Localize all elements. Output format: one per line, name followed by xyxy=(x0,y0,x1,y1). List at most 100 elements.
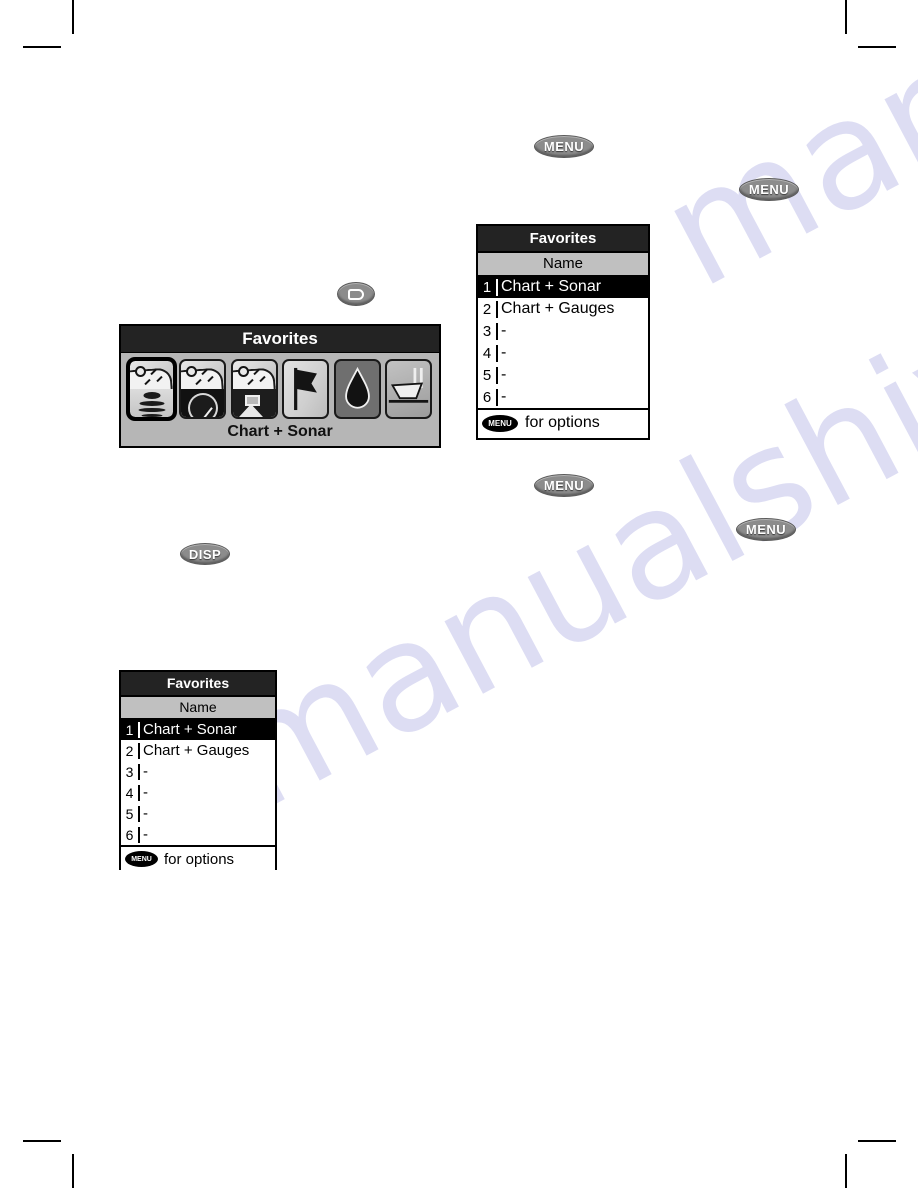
chart-gauges-icon[interactable] xyxy=(179,359,227,419)
favorites-icon-bar: Favorites Chart + Sonar xyxy=(119,324,441,448)
sonar-arc xyxy=(143,392,160,399)
row-name: Chart + Sonar xyxy=(143,721,237,738)
favorites-list-title: Favorites xyxy=(478,226,648,253)
sonar-arc xyxy=(138,408,165,412)
disp-key-label: DISP xyxy=(188,546,222,562)
row-number: 4 xyxy=(478,344,498,362)
footer-hint-text: for options xyxy=(525,414,600,431)
row-number: 1 xyxy=(478,278,498,296)
video-box-icon xyxy=(244,395,260,406)
row-name: Chart + Gauges xyxy=(143,742,250,759)
row-name: Chart + Sonar xyxy=(501,278,602,295)
chart-tick xyxy=(201,368,209,376)
row-number: 5 xyxy=(478,366,498,384)
chart-pane xyxy=(130,361,173,389)
list-item[interactable]: 1 Chart + Sonar xyxy=(478,276,648,298)
chart-tick xyxy=(150,368,157,376)
menu-key[interactable]: MENU xyxy=(534,135,594,158)
water-drop-icon[interactable] xyxy=(333,359,381,419)
crop-mark-top-right-horizontal xyxy=(858,46,896,48)
crop-mark-top-right-vertical xyxy=(845,0,847,34)
row-name: - xyxy=(143,784,148,801)
chart-marker-icon xyxy=(237,366,249,377)
row-name: - xyxy=(501,388,507,405)
favorites-rows: 1 Chart + Sonar 2 Chart + Gauges 3 - 4 -… xyxy=(478,276,648,408)
row-number: 1 xyxy=(121,721,140,738)
icon-bar-title: Favorites xyxy=(121,326,439,353)
row-name: - xyxy=(501,344,507,361)
favorites-list-footer: MENU for options xyxy=(478,408,648,436)
chart-sonar-icon[interactable] xyxy=(128,359,175,419)
icon-row xyxy=(121,353,439,421)
row-number: 4 xyxy=(121,784,140,801)
crop-mark-top-left-vertical xyxy=(72,0,74,34)
favorites-list-panel: Favorites Name 1 Chart + Sonar 2 Chart +… xyxy=(476,224,650,440)
chart-marker-icon xyxy=(135,366,146,377)
row-number: 3 xyxy=(478,322,498,340)
drop-glyph xyxy=(344,366,370,409)
flag-glyph xyxy=(294,367,318,411)
chart-tick xyxy=(207,375,215,383)
list-item[interactable]: 4 - xyxy=(121,782,275,803)
list-item[interactable]: 6 - xyxy=(478,386,648,408)
boat-glyph xyxy=(388,367,429,403)
row-number: 6 xyxy=(478,388,498,406)
row-number: 3 xyxy=(121,763,140,780)
chart-video-icon[interactable] xyxy=(230,359,278,419)
row-name: - xyxy=(143,805,148,822)
chart-tick xyxy=(247,378,254,386)
menu-key[interactable]: MENU xyxy=(534,474,594,497)
chart-pane xyxy=(232,361,276,389)
crop-mark-top-left-horizontal xyxy=(23,46,61,48)
list-item[interactable]: 3 - xyxy=(478,320,648,342)
watermark: manualshive.com xyxy=(636,0,918,322)
menu-key-label: MENU xyxy=(543,139,585,154)
row-name: - xyxy=(143,763,148,780)
row-number: 2 xyxy=(478,300,498,318)
favorites-rows: 1 Chart + Sonar 2 Chart + Gauges 3 - 4 -… xyxy=(121,719,275,845)
list-item[interactable]: 2 Chart + Gauges xyxy=(121,740,275,761)
pages-icon xyxy=(348,288,364,300)
row-number: 6 xyxy=(121,826,140,843)
crop-mark-bottom-left-vertical xyxy=(72,1154,74,1188)
menu-badge-icon[interactable]: MENU xyxy=(125,851,158,867)
pages-key[interactable] xyxy=(337,282,375,306)
chart-tick xyxy=(195,378,203,386)
row-number: 2 xyxy=(121,742,140,759)
chart-tick xyxy=(259,375,266,383)
list-item[interactable]: 1 Chart + Sonar xyxy=(121,719,275,740)
list-item[interactable]: 6 - xyxy=(121,824,275,845)
icon-bar-caption: Chart + Sonar xyxy=(227,423,333,440)
flag-icon[interactable] xyxy=(282,359,330,419)
row-name: Chart + Gauges xyxy=(501,300,615,317)
list-item[interactable]: 4 - xyxy=(478,342,648,364)
boat-icon[interactable] xyxy=(384,359,432,419)
list-item[interactable]: 3 - xyxy=(121,761,275,782)
sonar-pane xyxy=(130,389,173,417)
menu-key[interactable]: MENU xyxy=(736,518,796,541)
chart-tick xyxy=(253,368,260,376)
crop-mark-bottom-right-horizontal xyxy=(858,1140,896,1142)
favorites-column-header: Name xyxy=(478,253,648,276)
row-number: 5 xyxy=(121,805,140,822)
list-item[interactable]: 5 - xyxy=(121,803,275,824)
disp-key[interactable]: DISP xyxy=(180,543,230,565)
menu-key-label: MENU xyxy=(745,522,787,537)
list-item[interactable]: 5 - xyxy=(478,364,648,386)
chart-marker-icon xyxy=(186,366,198,377)
sonar-arc xyxy=(141,414,162,417)
crop-mark-bottom-left-horizontal xyxy=(23,1140,61,1142)
gauge-dial-icon xyxy=(187,393,218,417)
favorites-list-footer: MENU for options xyxy=(121,845,275,871)
list-item[interactable]: 2 Chart + Gauges xyxy=(478,298,648,320)
sonar-arc xyxy=(139,401,164,406)
gauge-pane xyxy=(181,389,225,417)
menu-key-label: MENU xyxy=(748,182,790,197)
menu-key[interactable]: MENU xyxy=(739,178,799,201)
chart-tick xyxy=(156,375,163,383)
video-pane xyxy=(232,389,276,417)
row-name: - xyxy=(501,322,507,339)
menu-badge-icon[interactable]: MENU xyxy=(482,414,518,432)
crop-mark-bottom-right-vertical xyxy=(845,1154,847,1188)
watermark: manualshive.com xyxy=(196,67,918,844)
